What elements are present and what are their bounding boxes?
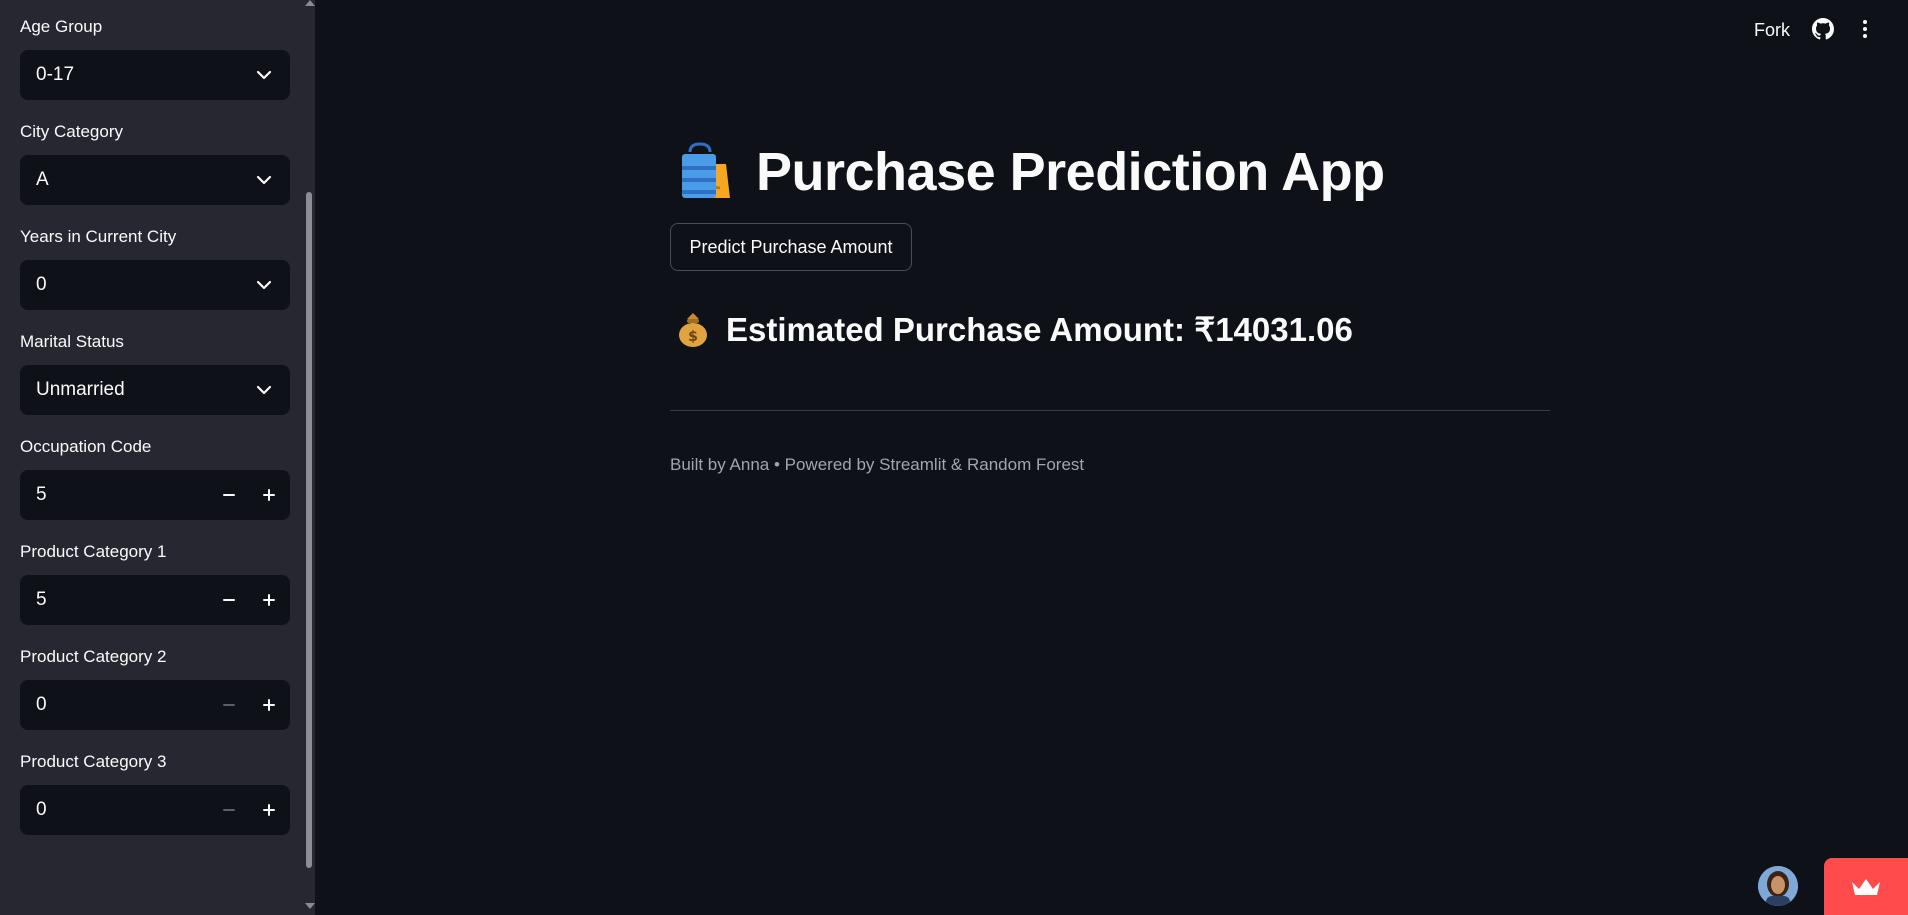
money-bag-icon: $ [679,313,707,347]
minus-icon [223,809,235,811]
divider [670,410,1550,411]
minus-icon [223,704,235,706]
age-group-value: 0-17 [36,64,75,85]
svg-text:$: $ [688,329,698,345]
shopping-bags-icon [682,142,730,198]
city-category-select[interactable]: A [20,155,290,205]
product-category-1-field: Product Category 1 5 [20,541,290,625]
city-category-label: City Category [20,122,123,141]
sidebar: Age Group 0-17 City Category A Years in … [0,0,315,915]
user-avatar[interactable] [1758,866,1798,906]
marital-status-value: Unmarried [36,379,125,400]
product-category-2-increment-button[interactable] [250,680,288,730]
predict-purchase-button[interactable]: Predict Purchase Amount [670,223,912,271]
product-category-2-decrement-button[interactable] [210,680,248,730]
product-category-3-field: Product Category 3 0 [20,751,290,835]
product-category-1-label: Product Category 1 [20,542,167,561]
product-category-3-increment-button[interactable] [250,785,288,835]
marital-status-field: Marital Status Unmarried [20,331,290,415]
occupation-number-input[interactable]: 5 [20,470,290,520]
product-category-2-number-input[interactable]: 0 [20,680,290,730]
product-category-2-field: Product Category 2 0 [20,646,290,730]
product-category-1-increment-button[interactable] [250,575,288,625]
product-category-2-value: 0 [36,694,47,715]
product-category-3-value: 0 [36,799,47,820]
scrollbar-thumb[interactable] [306,192,312,868]
years-in-city-select[interactable]: 0 [20,260,290,310]
chevron-down-icon [256,175,272,185]
plus-icon [263,594,275,606]
kebab-menu-icon[interactable] [1860,18,1870,40]
streamlit-badge[interactable] [1824,858,1908,915]
age-group-select[interactable]: 0-17 [20,50,290,100]
page-title: Purchase Prediction App [756,142,1385,202]
product-category-2-label: Product Category 2 [20,647,167,666]
footer-credit: Built by Anna • Powered by Streamlit & R… [670,455,1085,474]
product-category-1-decrement-button[interactable] [210,575,248,625]
github-icon[interactable] [1812,18,1834,40]
minus-icon [223,599,235,601]
occupation-increment-button[interactable] [250,470,288,520]
marital-status-label: Marital Status [20,332,124,351]
plus-icon [263,489,275,501]
avatar-image [1758,866,1798,906]
minus-icon [223,494,235,496]
chevron-down-icon [256,280,272,290]
marital-status-select[interactable]: Unmarried [20,365,290,415]
years-in-city-label: Years in Current City [20,227,177,246]
age-group-field: Age Group 0-17 [20,16,290,100]
estimated-purchase-result: Estimated Purchase Amount: ₹14031.06 [726,310,1353,348]
years-in-city-field: Years in Current City 0 [20,226,290,310]
occupation-value: 5 [36,484,47,505]
product-category-3-number-input[interactable]: 0 [20,785,290,835]
result-row: $ Estimated Purchase Amount: ₹14031.06 [676,309,1353,349]
page-title-row: Purchase Prediction App [676,138,1385,206]
city-category-value: A [36,169,49,190]
plus-icon [263,699,275,711]
age-group-label: Age Group [20,17,103,36]
occupation-decrement-button[interactable] [210,470,248,520]
scroll-up-arrow[interactable] [305,0,315,6]
scroll-down-arrow[interactable] [305,903,315,909]
crown-icon [1852,878,1880,895]
product-category-1-value: 5 [36,589,47,610]
chevron-down-icon [256,385,272,395]
chevron-down-icon [256,70,272,80]
product-category-3-label: Product Category 3 [20,752,167,771]
product-category-3-decrement-button[interactable] [210,785,248,835]
plus-icon [263,804,275,816]
occupation-field: Occupation Code 5 [20,436,290,520]
product-category-1-number-input[interactable]: 5 [20,575,290,625]
city-category-field: City Category A [20,121,290,205]
occupation-label: Occupation Code [20,437,152,456]
years-in-city-value: 0 [36,274,47,295]
fork-button[interactable]: Fork [1754,18,1790,42]
